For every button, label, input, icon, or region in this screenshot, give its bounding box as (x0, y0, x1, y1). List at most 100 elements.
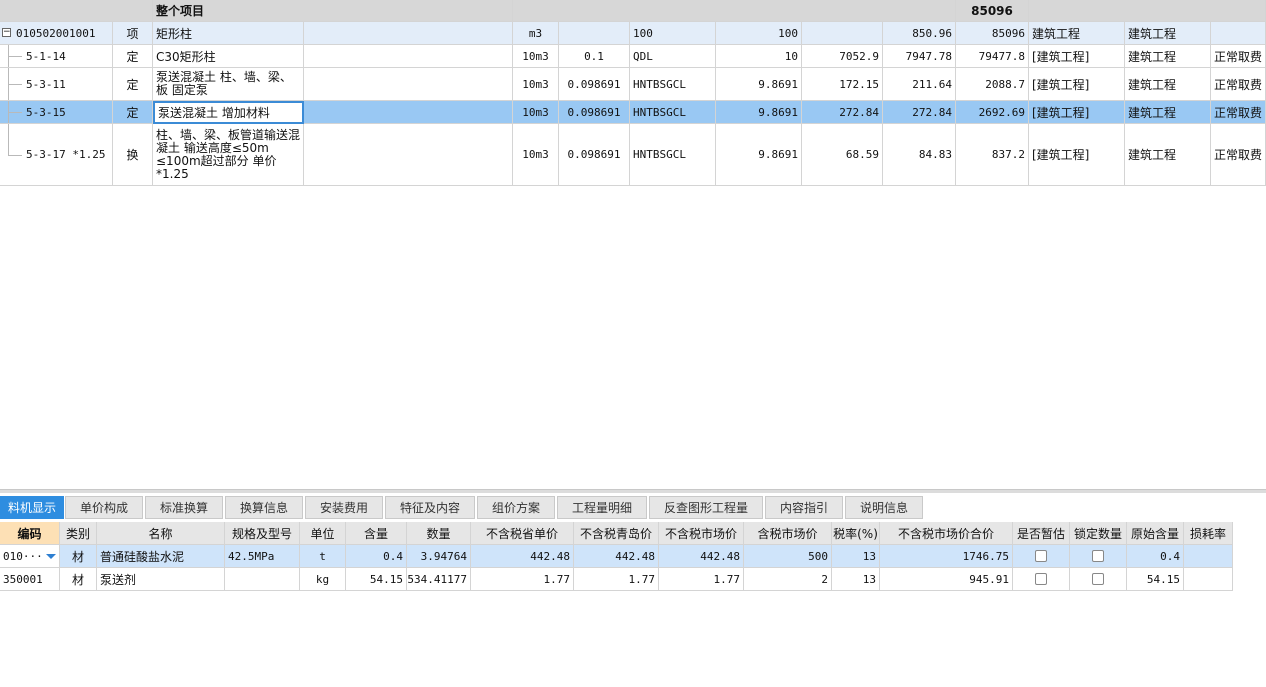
provisional-checkbox[interactable] (1035, 573, 1047, 585)
row-category2[interactable]: 建筑工程 (1125, 101, 1211, 124)
col-header-name[interactable]: 名称 (97, 522, 225, 545)
col-header-provisional[interactable]: 是否暂估 (1013, 522, 1070, 545)
material-spec[interactable]: 42.5MPa (225, 545, 300, 568)
table-row[interactable]: 5-3-11 定 泵送混凝土 柱、墙、梁、板 固定泵 10m3 0.098691… (0, 68, 1266, 101)
lock-qty-checkbox-cell[interactable] (1070, 568, 1127, 591)
tab-unit-price[interactable]: 单价构成 (65, 496, 143, 519)
row-qty-exp[interactable]: 0.1 (559, 45, 630, 68)
material-content[interactable]: 54.15 (346, 568, 407, 591)
row-blank[interactable] (304, 101, 513, 124)
row-qty-code[interactable]: 100 (630, 22, 716, 45)
material-name[interactable]: 普通硅酸盐水泥 (97, 545, 225, 568)
tab-content-guide[interactable]: 内容指引 (765, 496, 843, 519)
row-code-cell[interactable]: 5-3-17 *1.25 (0, 124, 113, 186)
col-header-market-price[interactable]: 不含税市场价 (659, 522, 744, 545)
material-market-price[interactable]: 442.48 (659, 545, 744, 568)
tab-pricing-plan[interactable]: 组价方案 (477, 496, 555, 519)
material-taxed-price[interactable]: 500 (744, 545, 832, 568)
row-blank[interactable] (304, 22, 513, 45)
row-code-cell[interactable]: 5-3-15 (0, 101, 113, 124)
material-unit[interactable]: t (300, 545, 346, 568)
material-code[interactable]: 350001 (0, 568, 60, 591)
material-content[interactable]: 0.4 (346, 545, 407, 568)
tab-reverse-check[interactable]: 反查图形工程量 (649, 496, 763, 519)
table-row[interactable]: 5-3-17 *1.25 换 柱、墙、梁、板管道输送混凝土 输送高度≤50m ≤… (0, 124, 1266, 186)
col-header-prov-price[interactable]: 不含税省单价 (471, 522, 574, 545)
collapse-icon[interactable]: − (2, 28, 11, 37)
row-blank[interactable] (304, 45, 513, 68)
col-header-tax-rate[interactable]: 税率(%) (832, 522, 880, 545)
row-qty[interactable]: 9.8691 (716, 101, 802, 124)
col-header-spec[interactable]: 规格及型号 (225, 522, 300, 545)
row-qty-code[interactable]: HNTBSGCL (630, 68, 716, 101)
material-loss[interactable] (1184, 568, 1233, 591)
material-tax-rate[interactable]: 13 (832, 568, 880, 591)
row-category[interactable]: [建筑工程] (1029, 45, 1125, 68)
row-blank[interactable] (304, 68, 513, 101)
row-fee[interactable] (1211, 22, 1266, 45)
material-name[interactable]: 泵送剂 (97, 568, 225, 591)
row-category2[interactable]: 建筑工程 (1125, 22, 1211, 45)
row-code-cell[interactable]: −010502001001 (0, 22, 113, 45)
col-header-qty[interactable]: 数量 (407, 522, 471, 545)
col-header-orig-content[interactable]: 原始含量 (1127, 522, 1184, 545)
row-qty[interactable]: 100 (716, 22, 802, 45)
col-header-code[interactable]: 编码 (0, 522, 60, 545)
row-fee[interactable]: 正常取费 (1211, 101, 1266, 124)
col-header-content[interactable]: 含量 (346, 522, 407, 545)
lock-qty-checkbox[interactable] (1092, 573, 1104, 585)
col-header-loss[interactable]: 损耗率 (1184, 522, 1233, 545)
row-qty-exp[interactable]: 0.098691 (559, 124, 630, 186)
row-qty[interactable]: 9.8691 (716, 124, 802, 186)
provisional-checkbox-cell[interactable] (1013, 545, 1070, 568)
material-tax-rate[interactable]: 13 (832, 545, 880, 568)
col-header-total[interactable]: 不含税市场价合价 (880, 522, 1013, 545)
lock-qty-checkbox[interactable] (1092, 550, 1104, 562)
tab-material-display[interactable]: 料机显示 (0, 496, 64, 519)
splitter-handle[interactable] (0, 489, 1266, 493)
tab-install-fee[interactable]: 安装费用 (305, 496, 383, 519)
table-row[interactable]: −010502001001 项 矩形柱 m3 100 100 850.96 85… (0, 22, 1266, 45)
col-header-lock-qty[interactable]: 锁定数量 (1070, 522, 1127, 545)
material-unit[interactable]: kg (300, 568, 346, 591)
row-category[interactable]: [建筑工程] (1029, 68, 1125, 101)
tab-quantity-detail[interactable]: 工程量明细 (557, 496, 647, 519)
material-market-price[interactable]: 1.77 (659, 568, 744, 591)
row-fee[interactable]: 正常取费 (1211, 124, 1266, 186)
row-category[interactable]: [建筑工程] (1029, 124, 1125, 186)
lock-qty-checkbox-cell[interactable] (1070, 545, 1127, 568)
row-blank[interactable] (304, 124, 513, 186)
row-category[interactable]: 建筑工程 (1029, 22, 1125, 45)
row-category2[interactable]: 建筑工程 (1125, 124, 1211, 186)
row-qty-code[interactable]: QDL (630, 45, 716, 68)
material-spec[interactable] (225, 568, 300, 591)
row-name[interactable]: 泵送混凝土 柱、墙、梁、板 固定泵 (153, 68, 304, 101)
row-name-editor[interactable]: 泵送混凝土 增加材料 (153, 101, 304, 124)
row-category2[interactable]: 建筑工程 (1125, 45, 1211, 68)
row-name[interactable]: 柱、墙、梁、板管道输送混凝土 输送高度≤50m ≤100m超过部分 单价*1.2… (153, 124, 304, 186)
row-fee[interactable]: 正常取费 (1211, 68, 1266, 101)
col-header-type[interactable]: 类别 (60, 522, 97, 545)
row-code-cell[interactable]: 5-3-11 (0, 68, 113, 101)
table-row[interactable]: 5-1-14 定 C30矩形柱 10m3 0.1 QDL 10 7052.9 7… (0, 45, 1266, 68)
row-code-cell[interactable]: 5-1-14 (0, 45, 113, 68)
row-name[interactable]: C30矩形柱 (153, 45, 304, 68)
tab-features[interactable]: 特征及内容 (385, 496, 475, 519)
col-header-taxed-price[interactable]: 含税市场价 (744, 522, 832, 545)
row-qty-code[interactable]: HNTBSGCL (630, 101, 716, 124)
tab-standard-conversion[interactable]: 标准换算 (145, 496, 223, 519)
row-qty-exp[interactable] (559, 22, 630, 45)
material-loss[interactable] (1184, 545, 1233, 568)
row-category2[interactable]: 建筑工程 (1125, 68, 1211, 101)
row-qty-exp[interactable]: 0.098691 (559, 68, 630, 101)
chevron-down-icon[interactable] (46, 553, 56, 559)
provisional-checkbox-cell[interactable] (1013, 568, 1070, 591)
col-header-qd-price[interactable]: 不含税青岛价 (574, 522, 659, 545)
row-qty[interactable]: 9.8691 (716, 68, 802, 101)
material-qty[interactable]: 3.94764 (407, 545, 471, 568)
row-fee[interactable]: 正常取费 (1211, 45, 1266, 68)
row-name[interactable]: 矩形柱 (153, 22, 304, 45)
row-qty-code[interactable]: HNTBSGCL (630, 124, 716, 186)
material-qty[interactable]: 534.41177 (407, 568, 471, 591)
col-header-unit[interactable]: 单位 (300, 522, 346, 545)
